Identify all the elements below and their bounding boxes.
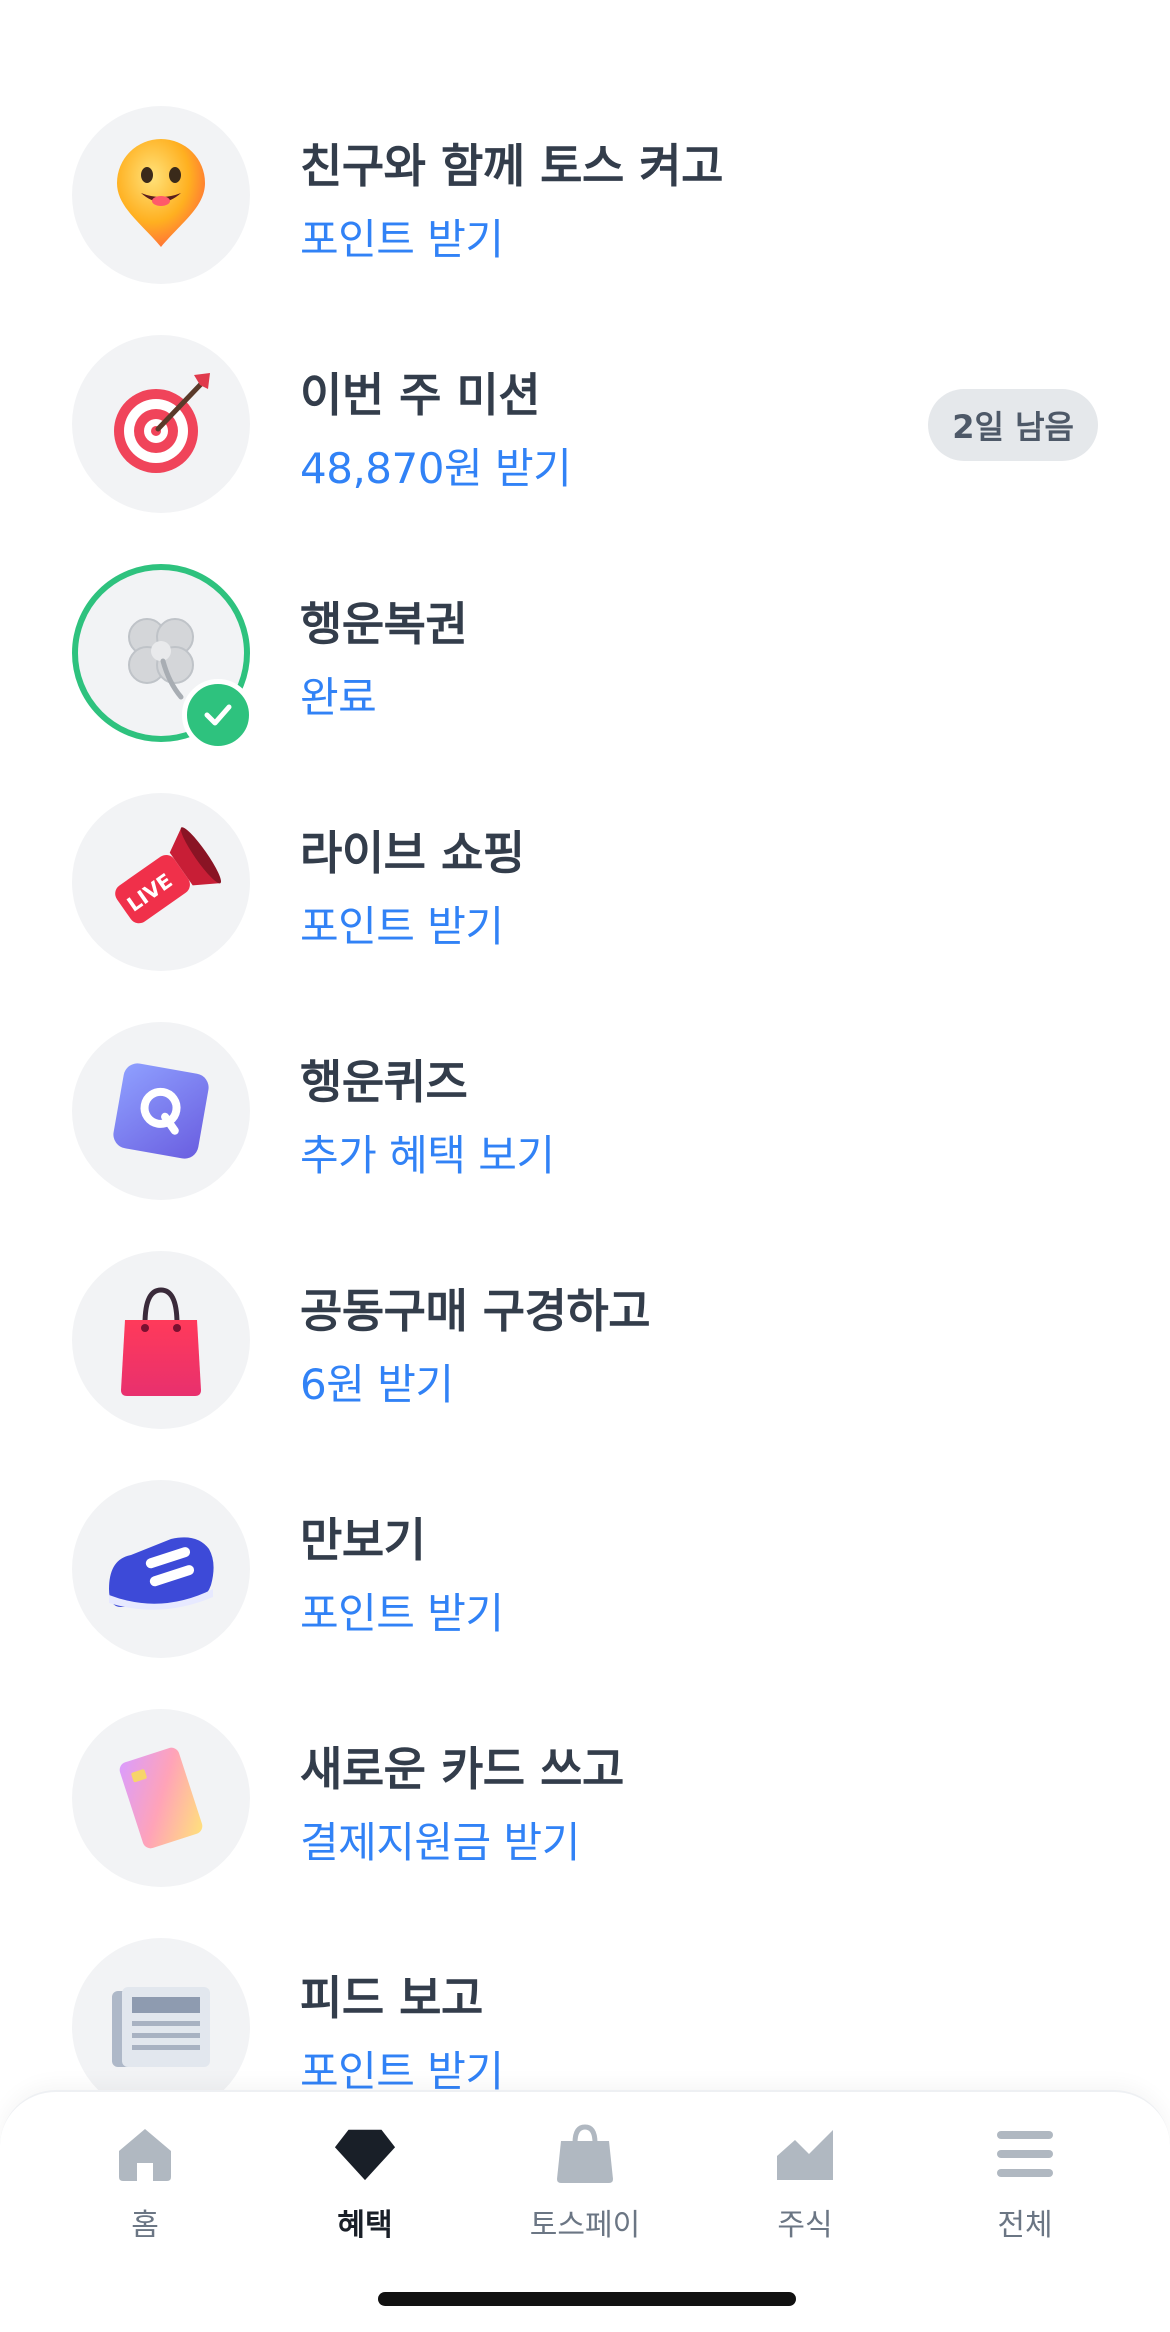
benefit-icon-circle [72, 1480, 250, 1658]
benefit-row-lucky-quiz[interactable]: 행운퀴즈 추가 혜택 보기 [0, 1022, 1170, 1250]
benefit-icon-circle [72, 106, 250, 284]
tab-all[interactable]: 전체 [935, 2122, 1115, 2252]
tab-tosspay[interactable]: 토스페이 [495, 2122, 675, 2252]
benefit-row-new-card[interactable]: 새로운 카드 쓰고 결제지원금 받기 [0, 1709, 1170, 1937]
benefit-title: 만보기 [300, 1513, 426, 1567]
benefit-title: 행운복권 [300, 597, 468, 651]
tab-label: 토스페이 [529, 2208, 641, 2243]
tab-label: 혜택 [337, 2208, 393, 2243]
check-icon [182, 679, 254, 751]
smiley-pin-icon [117, 139, 205, 247]
benefit-subtitle: 추가 혜택 보기 [300, 1131, 555, 1180]
benefit-title: 공동구매 구경하고 [300, 1284, 651, 1338]
sneaker-icon [109, 1537, 214, 1610]
home-indicator [378, 2292, 796, 2306]
benefit-subtitle: 포인트 받기 [300, 902, 504, 951]
benefit-icon-circle [72, 1251, 250, 1429]
target-dart-icon [114, 373, 210, 473]
days-left-badge: 2일 남음 [928, 389, 1098, 461]
benefit-subtitle: 완료 [300, 673, 377, 722]
benefit-title: 새로운 카드 쓰고 [300, 1742, 624, 1796]
benefit-title: 친구와 함께 토스 켜고 [300, 139, 723, 193]
tab-label: 홈 [131, 2208, 159, 2243]
live-megaphone-icon: LIVE [115, 827, 221, 924]
benefit-row-weekly-mission[interactable]: 이번 주 미션 48,870원 받기 2일 남음 [0, 335, 1170, 563]
benefit-title: 이번 주 미션 [300, 368, 541, 422]
quiz-q-icon [113, 1063, 209, 1159]
shopping-bag-icon [121, 1287, 201, 1396]
card-icon [119, 1747, 203, 1849]
benefit-row-pedometer[interactable]: 만보기 포인트 받기 [0, 1480, 1170, 1708]
benefit-subtitle: 포인트 받기 [300, 1589, 504, 1638]
benefit-icon-circle [72, 1022, 250, 1200]
benefit-subtitle: 6원 받기 [300, 1360, 454, 1409]
home-icon [113, 2122, 177, 2186]
gem-icon [333, 2122, 397, 2186]
tab-label: 주식 [777, 2208, 833, 2243]
benefit-row-lucky-lottery[interactable]: 행운복권 완료 [0, 564, 1170, 792]
benefit-title: 행운퀴즈 [300, 1055, 468, 1109]
benefit-icon-circle [72, 1709, 250, 1887]
tab-benefits[interactable]: 혜택 [275, 2122, 455, 2252]
benefit-title: 피드 보고 [300, 1971, 483, 2025]
menu-icon [993, 2122, 1057, 2186]
benefit-row-invite-friends[interactable]: 친구와 함께 토스 켜고 포인트 받기 [0, 106, 1170, 334]
chart-icon [773, 2122, 837, 2186]
tab-stocks[interactable]: 주식 [715, 2122, 895, 2252]
benefit-subtitle: 48,870원 받기 [300, 444, 572, 493]
benefit-icon-circle [72, 335, 250, 513]
benefit-row-group-buying[interactable]: 공동구매 구경하고 6원 받기 [0, 1251, 1170, 1479]
bag-icon [553, 2122, 617, 2186]
newspaper-icon [112, 1987, 210, 2067]
benefit-icon-circle: LIVE [72, 793, 250, 971]
benefit-subtitle: 결제지원금 받기 [300, 1818, 580, 1867]
benefit-row-live-shopping[interactable]: LIVE 라이브 쇼핑 포인트 받기 [0, 793, 1170, 1021]
tab-label: 전체 [997, 2208, 1053, 2243]
benefit-subtitle: 포인트 받기 [300, 215, 504, 264]
benefit-title: 라이브 쇼핑 [300, 826, 525, 880]
tab-home[interactable]: 홈 [55, 2122, 235, 2252]
benefits-page: 친구와 함께 토스 켜고 포인트 받기 이번 주 미션 48,870원 받기 2… [0, 0, 1170, 2332]
